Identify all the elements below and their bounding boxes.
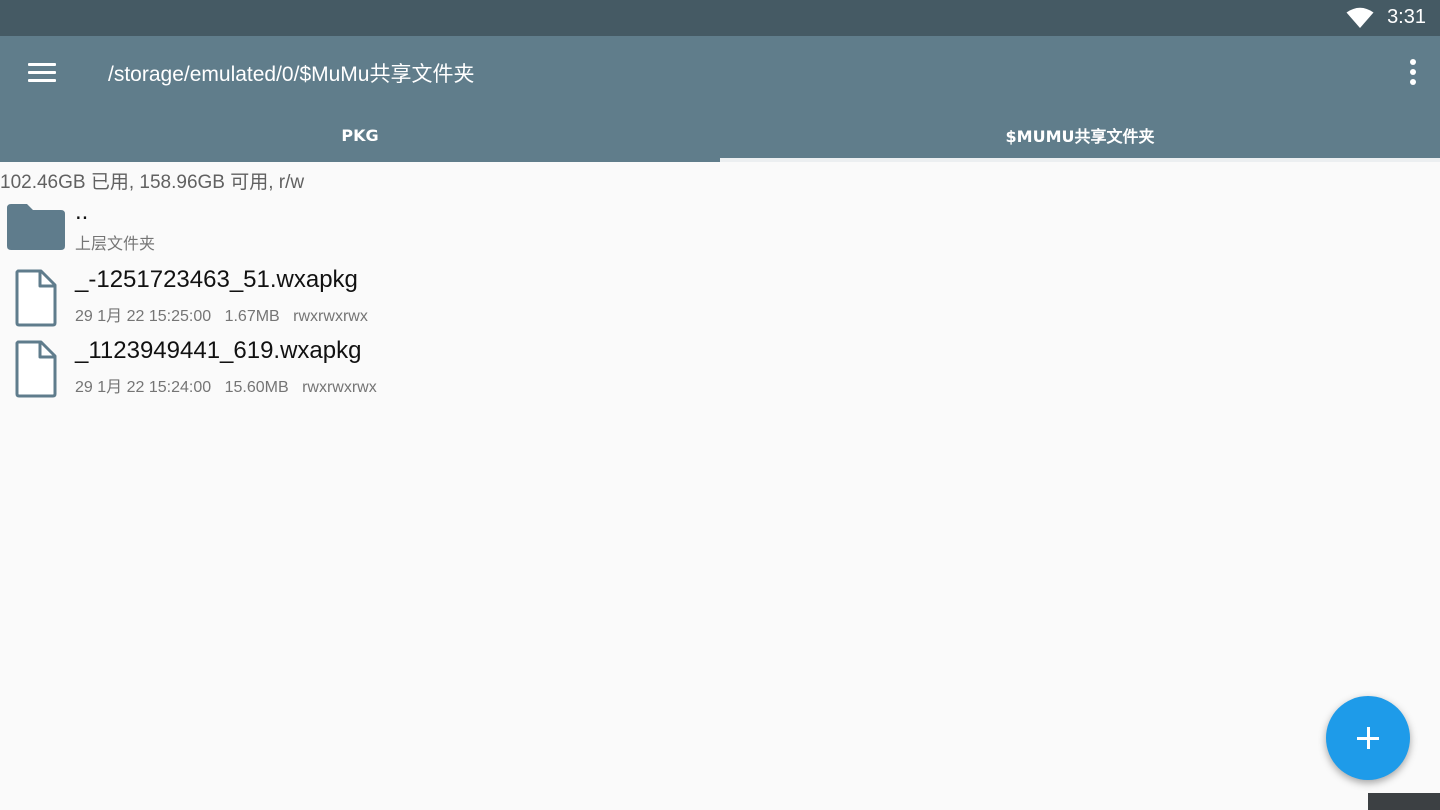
tab-label: $MUMU共享文件夹 xyxy=(1005,127,1155,146)
file-size: 15.60MB xyxy=(224,379,289,396)
tab-label: PKG xyxy=(341,125,379,145)
window-corner-strip xyxy=(1368,793,1440,810)
list-item-file[interactable]: _-1251723463_51.wxapkg 29 1月 22 15:25:00… xyxy=(0,264,700,332)
file-permissions: rwxrwxrwx xyxy=(302,379,377,396)
list-item-parent-folder[interactable]: .. 上层文件夹 xyxy=(0,196,700,260)
tab-bar: PKG $MUMU共享文件夹 xyxy=(0,108,1440,162)
file-name: .. xyxy=(75,198,89,225)
file-meta: 29 1月 22 15:25:00 1.67MB rwxrwxrwx xyxy=(75,302,377,326)
app-bar: /storage/emulated/0/$MuMu共享文件夹 PKG $MUMU… xyxy=(0,36,1440,162)
wifi-icon xyxy=(1346,7,1374,28)
file-size: 1.67MB xyxy=(224,308,280,325)
tab-pkg[interactable]: PKG xyxy=(0,108,720,162)
storage-info: 102.46GB 已用, 158.96GB 可用, r/w xyxy=(0,172,305,193)
tab-mumu-shared-folder[interactable]: $MUMU共享文件夹 xyxy=(720,108,1440,162)
file-date: 29 1月 22 15:25:00 xyxy=(75,308,212,325)
list-item-file[interactable]: _1123949441_619.wxapkg 29 1月 22 15:24:00… xyxy=(0,335,700,403)
file-name: _-1251723463_51.wxapkg xyxy=(75,266,358,293)
file-date: 29 1月 22 15:24:00 xyxy=(75,379,212,396)
file-icon xyxy=(15,269,57,327)
file-icon xyxy=(15,340,57,398)
file-meta: 29 1月 22 15:24:00 15.60MB rwxrwxrwx xyxy=(75,373,386,397)
add-fab-button[interactable] xyxy=(1326,696,1410,780)
status-bar: 3:31 xyxy=(0,0,1440,36)
more-vert-icon[interactable] xyxy=(1406,56,1420,88)
path-title: /storage/emulated/0/$MuMu共享文件夹 xyxy=(108,63,475,86)
file-subtitle: 上层文件夹 xyxy=(75,236,156,253)
tab-selected-indicator xyxy=(720,158,1440,162)
file-name: _1123949441_619.wxapkg xyxy=(75,337,362,364)
menu-icon[interactable] xyxy=(22,59,62,87)
status-time: 3:31 xyxy=(1387,6,1426,28)
folder-icon xyxy=(7,204,65,250)
file-permissions: rwxrwxrwx xyxy=(293,308,368,325)
